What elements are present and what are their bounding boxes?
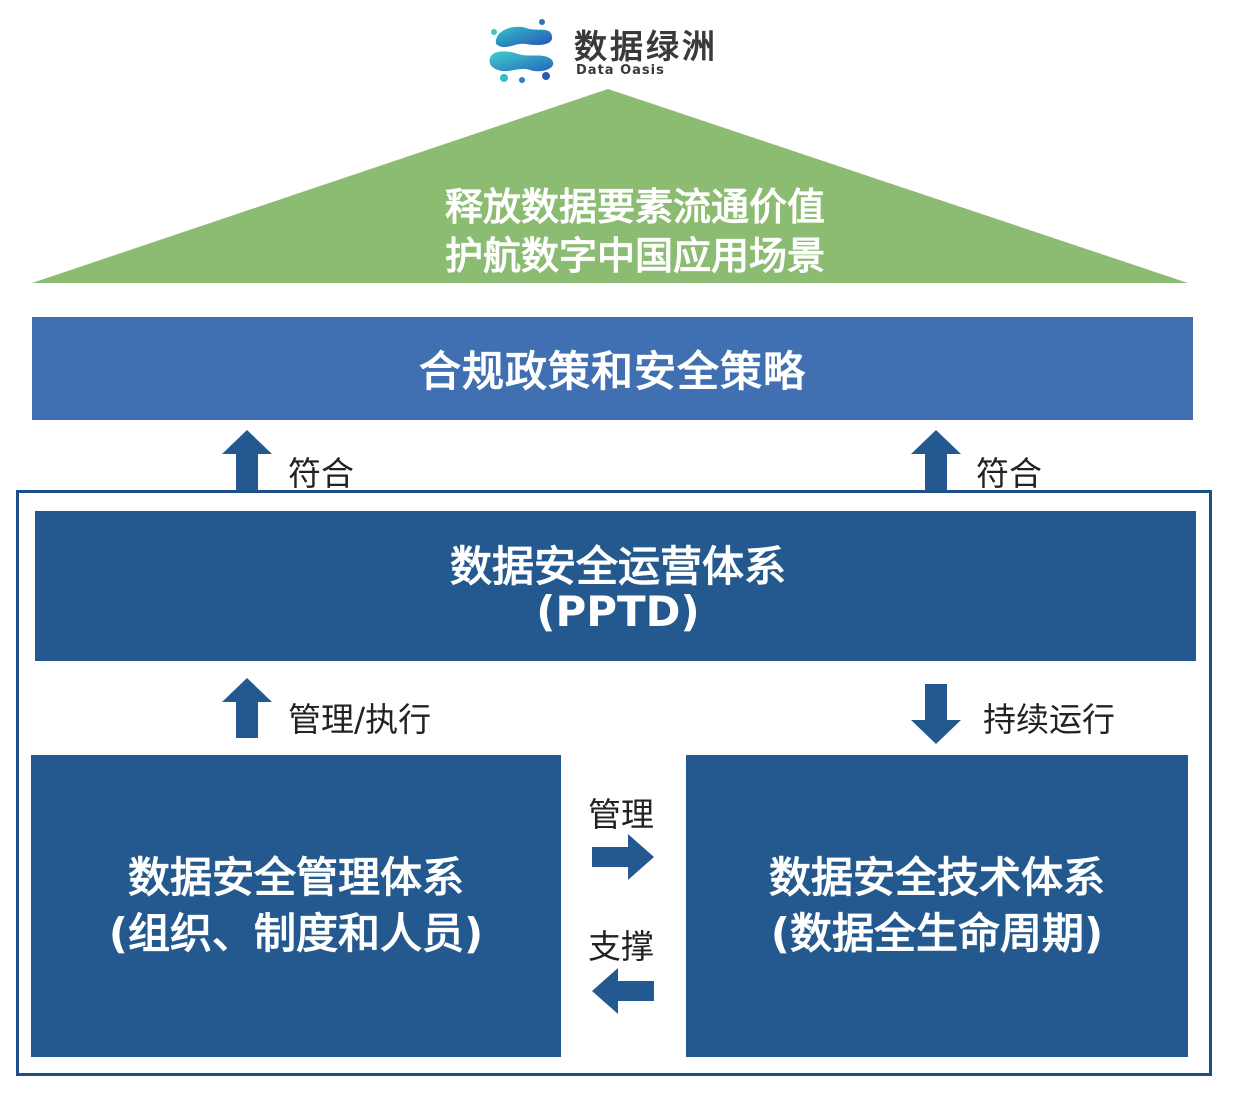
arrow-left-icon	[592, 968, 654, 1014]
roof-line-1: 释放数据要素流通价值	[444, 185, 825, 229]
policy-label: 合规政策和安全策略	[418, 347, 806, 396]
arrow-down-icon	[911, 684, 961, 744]
management-system-box: 数据安全管理体系 (组织、制度和人员)	[31, 755, 561, 1057]
policy-bar: 合规政策和安全策略	[32, 317, 1193, 420]
arrow-right-icon	[592, 834, 654, 880]
roof-line-2: 护航数字中国应用场景	[444, 234, 825, 278]
technical-system-subtitle: (数据全生命周期)	[770, 909, 1104, 958]
left-comply-label: 符合	[288, 454, 354, 493]
continuous-run-label: 持续运行	[983, 700, 1115, 739]
support-label: 支撑	[588, 927, 654, 966]
technical-system-title: 数据安全技术体系	[768, 853, 1105, 902]
management-system-subtitle: (组织、制度和人员)	[108, 909, 484, 958]
technical-system-box: 数据安全技术体系 (数据全生命周期)	[686, 755, 1188, 1057]
manage-execute-label: 管理/执行	[288, 700, 432, 739]
arrow-up-icon	[911, 430, 961, 490]
right-comply-label: 符合	[976, 454, 1042, 493]
operations-title: 数据安全运营体系	[449, 542, 786, 591]
arrow-up-icon	[222, 678, 272, 738]
arrow-up-icon	[222, 430, 272, 490]
manage-label: 管理	[588, 795, 654, 834]
operations-subtitle: (PPTD)	[536, 587, 700, 636]
management-system-title: 数据安全管理体系	[127, 853, 464, 902]
